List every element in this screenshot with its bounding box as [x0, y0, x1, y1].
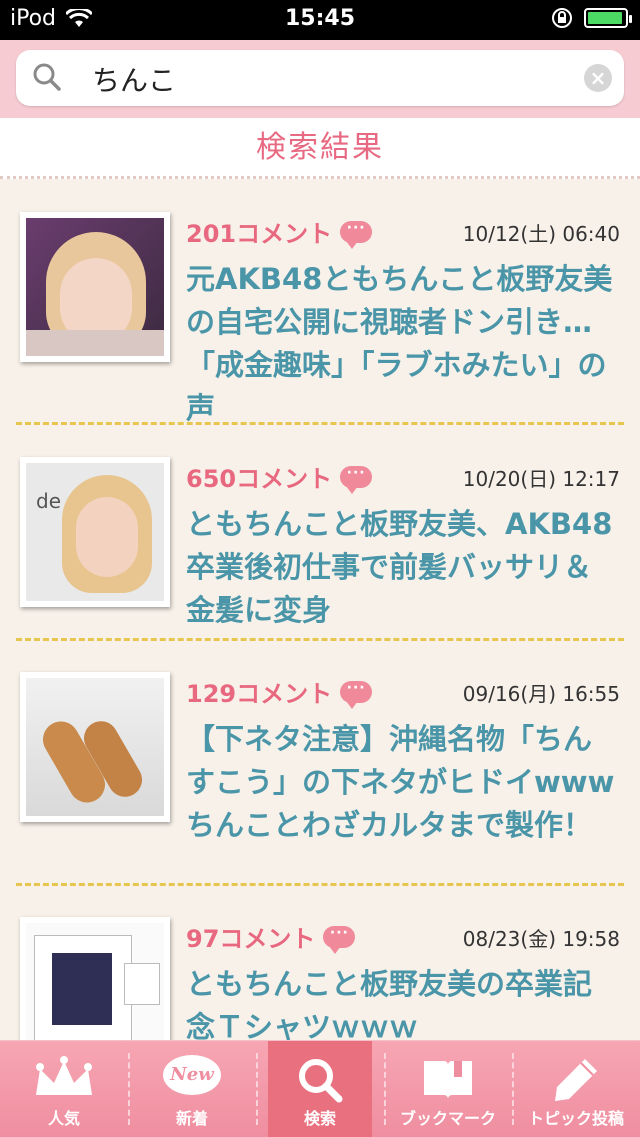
result-thumbnail[interactable]: de [20, 457, 170, 607]
book-icon [424, 1061, 472, 1099]
comment-count-label: 650コメント [186, 465, 333, 493]
tab-bookmark-label: ブックマーク [399, 1109, 496, 1128]
tab-bar: 人気 New 新着 検索 ブックマーク トピック投稿 [0, 1040, 640, 1137]
comment-count-label: 129コメント [186, 680, 333, 708]
crown-icon [36, 1056, 92, 1095]
search-icon [33, 63, 61, 91]
result-title[interactable]: 元AKB48ともちんこと板野友美の自宅公開に視聴者ドン引き…「成金趣味」「ラブホ… [186, 258, 616, 430]
new-badge-icon: New [163, 1055, 221, 1095]
result-date: 09/16(月) 16:55 [462, 682, 620, 706]
rotation-lock-icon [552, 8, 572, 28]
search-field[interactable]: × [16, 50, 624, 106]
tab-post-topic[interactable]: トピック投稿 [512, 1041, 640, 1137]
comment-count-label: 97コメント [186, 925, 316, 953]
comment-bubble-icon: ··· [340, 220, 373, 249]
tab-search-label: 検索 [303, 1109, 336, 1128]
result-meta: 97コメント ··· 08/23(金) 19:58 [186, 919, 620, 959]
result-thumbnail[interactable] [20, 212, 170, 362]
tab-bookmark[interactable]: ブックマーク [384, 1041, 512, 1137]
result-meta: 650コメント ··· 10/20(日) 12:17 [186, 459, 620, 499]
comment-bubble-icon: ··· [340, 680, 373, 709]
comment-count-label: 201コメント [186, 220, 333, 248]
tab-new[interactable]: New 新着 [128, 1041, 256, 1137]
tab-popular-label: 人気 [47, 1109, 80, 1128]
result-date: 10/20(日) 12:17 [462, 467, 620, 491]
status-right [550, 6, 632, 30]
pencil-icon [555, 1059, 597, 1101]
tab-search[interactable]: 検索 [268, 1041, 372, 1137]
result-meta: 129コメント ··· 09/16(月) 16:55 [186, 674, 620, 714]
status-time: 15:45 [284, 6, 356, 31]
battery-icon [584, 8, 632, 28]
result-title[interactable]: ともちんこと板野友美の卒業記念Ｔシャツｗｗｗ [186, 963, 616, 1049]
search-header: × [0, 40, 640, 119]
search-input[interactable] [90, 60, 574, 98]
item-separator [16, 422, 624, 425]
result-title[interactable]: ともちんこと板野友美、AKB48卒業後初仕事で前髪バッサリ＆金髪に変身 [186, 503, 616, 632]
result-meta: 201コメント ··· 10/12(土) 06:40 [186, 214, 620, 254]
thumbnail-image [26, 218, 164, 356]
results-heading: 検索結果 [256, 130, 384, 165]
result-date: 08/23(金) 19:58 [462, 927, 620, 951]
thumbnail-image [26, 678, 164, 816]
results-heading-bar: 検索結果 [0, 118, 640, 179]
item-separator [16, 638, 624, 641]
result-thumbnail[interactable] [20, 672, 170, 822]
comment-bubble-icon: ··· [340, 465, 373, 494]
clear-search-button[interactable]: × [584, 64, 612, 92]
status-bar: iPod 15:45 [0, 0, 640, 40]
new-badge-text: New [170, 1064, 214, 1085]
tab-post-topic-label: トピック投稿 [527, 1109, 624, 1128]
tab-new-label: 新着 [175, 1109, 208, 1128]
thumbnail-image: de [26, 463, 164, 601]
comment-bubble-icon: ··· [323, 925, 356, 954]
result-date: 10/12(土) 06:40 [462, 222, 620, 246]
result-title[interactable]: 【下ネタ注意】沖縄名物「ちんすこう」の下ネタがヒドイwwwちんことわざカルタまで… [186, 718, 616, 847]
tab-divider [256, 1053, 258, 1125]
tab-popular[interactable]: 人気 [0, 1041, 128, 1137]
search-tab-icon [299, 1059, 343, 1103]
item-separator [16, 883, 624, 886]
